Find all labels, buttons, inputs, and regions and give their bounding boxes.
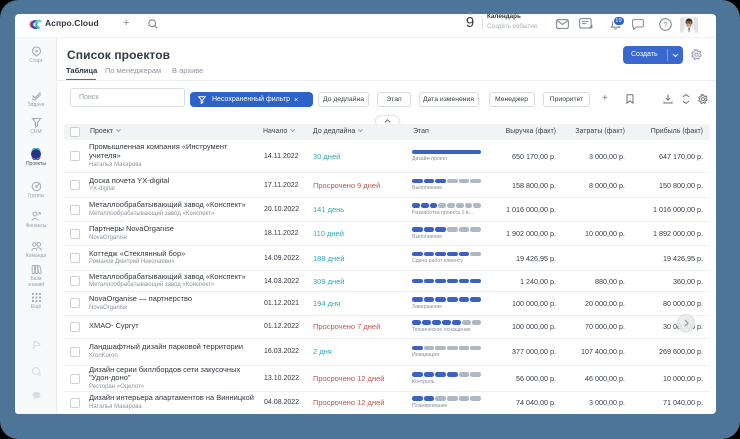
svg-text:?: ? — [663, 20, 667, 29]
